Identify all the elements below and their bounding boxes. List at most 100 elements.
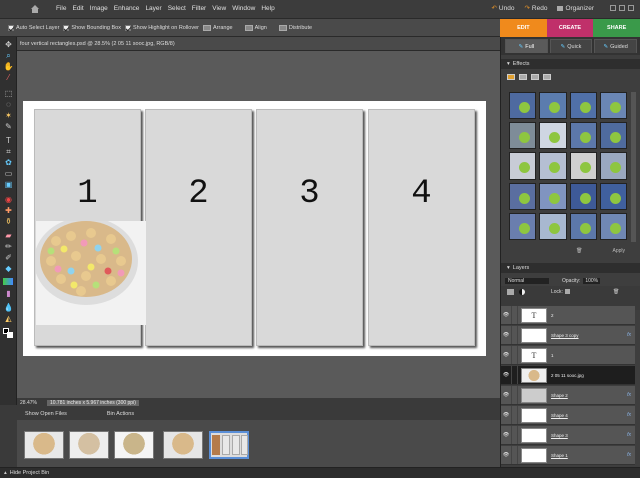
eraser-tool-icon[interactable]: ▰ [3,231,14,240]
type-tool-icon[interactable]: T [3,136,14,145]
effect-thumbnail[interactable] [539,152,567,180]
tab-full[interactable]: ✎ Full [505,39,548,53]
organizer-button[interactable]: Organizer [557,5,594,12]
move-tool-icon[interactable]: ✥ [3,40,14,49]
show-open-files-dropdown[interactable]: Show Open Files [25,411,67,417]
link-slot[interactable] [511,426,518,444]
effect-thumbnail[interactable] [509,182,537,210]
link-slot[interactable] [511,366,518,384]
tab-quick[interactable]: ✎ Quick [549,39,593,53]
clone-stamp-tool-icon[interactable]: ⚱ [3,217,14,226]
link-slot[interactable] [511,326,518,344]
maximize-icon[interactable] [619,5,625,11]
document-info[interactable]: 10.781 inches x 5.967 inches (300 ppi) [46,400,139,406]
color-swatches-icon[interactable] [3,328,14,338]
bin-thumbnail[interactable] [114,431,154,459]
effect-thumbnail[interactable] [599,212,627,240]
tab-create[interactable]: CREATE [546,19,594,37]
blur-tool-icon[interactable]: 💧 [3,303,14,312]
straighten-tool-icon[interactable]: ▭ [3,169,14,178]
effect-thumbnail[interactable] [539,212,567,240]
bin-actions-button[interactable]: Bin Actions [107,411,134,417]
smart-brush-tool-icon[interactable]: ✐ [3,253,14,262]
effect-thumbnail[interactable] [569,122,597,150]
layer-row[interactable]: 👁 Shape 1 fx [501,446,635,465]
menu-help[interactable]: Help [261,5,274,12]
menu-layer[interactable]: Layer [145,5,161,12]
filters-icon[interactable] [507,74,515,80]
layer-fx-icon[interactable]: fx [627,452,631,458]
lock-icon[interactable] [565,289,570,294]
layer-fx-icon[interactable]: fx [627,392,631,398]
link-slot[interactable] [511,406,518,424]
all-effects-icon[interactable] [543,74,551,80]
crop-tool-icon[interactable]: ⌗ [3,147,14,156]
menu-image[interactable]: Image [90,5,108,12]
tab-share[interactable]: SHARE [593,19,640,37]
arrange-button[interactable]: Arrange [203,24,233,31]
effect-thumbnail[interactable] [599,182,627,210]
layer-row[interactable]: 👁 Shape 3 fx [501,426,635,445]
effect-thumbnail[interactable] [509,92,537,120]
red-eye-tool-icon[interactable]: ◉ [3,195,14,204]
eye-icon[interactable]: 👁 [501,432,511,438]
link-slot[interactable] [511,446,518,464]
undo-button[interactable]: ↶ Undo [491,4,514,13]
eye-icon[interactable]: 👁 [501,452,511,458]
gradient-tool-icon[interactable] [3,278,14,287]
menu-enhance[interactable]: Enhance [114,5,140,12]
menu-view[interactable]: View [212,5,226,12]
zoom-level[interactable]: 28.47% [20,400,37,406]
tab-edit[interactable]: EDIT [500,19,547,37]
effect-thumbnail[interactable] [569,212,597,240]
layers-panel-header[interactable]: ▾ Layers [501,263,640,273]
bin-thumbnail[interactable] [24,431,64,459]
zoom-tool-icon[interactable]: ⌕ [3,51,14,60]
effect-thumbnail[interactable] [539,182,567,210]
hide-project-bin-button[interactable]: Hide Project Bin [10,470,49,476]
menu-edit[interactable]: Edit [72,5,83,12]
cookie-cutter-tool-icon[interactable]: ✿ [3,158,14,167]
lasso-tool-icon[interactable]: ◌ [3,100,14,109]
opacity-input[interactable]: 100% [583,277,601,284]
cereal-photo-layer[interactable] [36,221,146,325]
document-tab[interactable]: four vertical rectangles.psd @ 28.5% (2 … [17,37,500,51]
highlight-checkbox[interactable]: Show Highlight on Rollover [124,24,199,31]
effect-thumbnail[interactable] [539,122,567,150]
link-slot[interactable] [511,346,518,364]
bin-thumbnail[interactable] [69,431,109,459]
quick-selection-tool-icon[interactable]: ✎ [3,122,14,131]
eyedropper-tool-icon[interactable]: ⁄ [3,73,14,82]
effect-thumbnail[interactable] [509,152,537,180]
link-slot[interactable] [511,386,518,404]
trash-icon[interactable]: 🗑 [576,248,582,254]
blend-mode-select[interactable]: Normal [505,277,549,284]
eye-icon[interactable]: 👁 [501,372,511,378]
effect-thumbnail[interactable] [599,92,627,120]
menu-filter[interactable]: Filter [192,5,206,12]
auto-select-checkbox[interactable]: Auto Select Layer [8,24,59,31]
minimize-icon[interactable] [610,5,616,11]
hide-bin-icon[interactable]: ▴ [4,470,7,476]
menu-select[interactable]: Select [168,5,186,12]
menu-window[interactable]: Window [232,5,255,12]
distribute-button[interactable]: Distribute [278,24,312,31]
menu-file[interactable]: File [56,5,66,12]
effect-thumbnail[interactable] [539,92,567,120]
layer-styles-icon[interactable] [519,74,527,80]
sponge-tool-icon[interactable]: ◭ [3,314,14,323]
effect-thumbnail[interactable] [569,182,597,210]
eye-icon[interactable]: 👁 [501,412,511,418]
eye-icon[interactable]: 👁 [501,312,511,318]
paint-bucket-tool-icon[interactable]: ◆ [3,264,14,273]
tab-guided[interactable]: ✎ Guided [594,39,638,53]
healing-brush-tool-icon[interactable]: ✚ [3,206,14,215]
apply-button[interactable]: Apply [612,248,625,254]
magic-wand-tool-icon[interactable]: ✶ [3,111,14,120]
eye-icon[interactable]: 👁 [501,332,511,338]
effect-thumbnail[interactable] [509,122,537,150]
bin-thumbnail-selected[interactable] [209,431,249,459]
layer-fx-icon[interactable]: fx [627,332,631,338]
effect-thumbnail[interactable] [569,92,597,120]
layer-fx-icon[interactable]: fx [627,432,631,438]
